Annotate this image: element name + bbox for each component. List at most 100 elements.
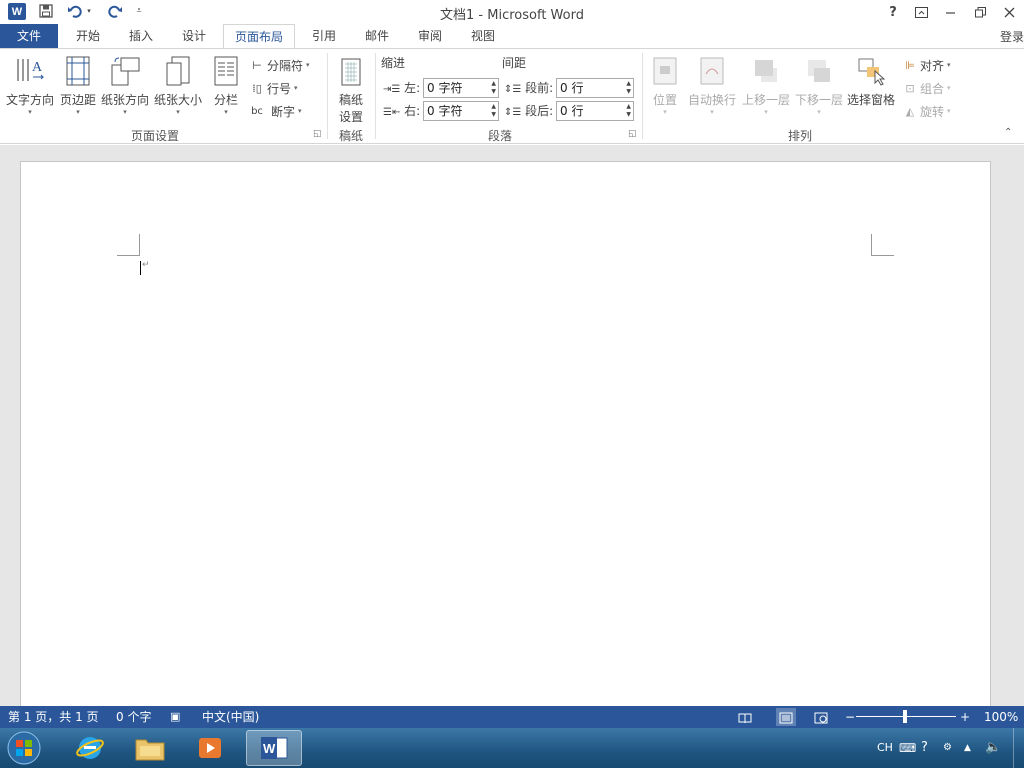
position-icon [648, 53, 682, 89]
tab-home[interactable]: 开始 [66, 24, 110, 48]
save-icon[interactable] [37, 2, 55, 20]
restore-icon[interactable] [965, 0, 995, 24]
ime-indicator[interactable]: CH [877, 728, 893, 768]
tab-page-layout[interactable]: 页面布局 [223, 24, 295, 49]
minimize-icon[interactable] [935, 0, 965, 24]
chevron-down-icon: ▾ [76, 108, 80, 116]
tab-file[interactable]: 文件 [0, 24, 58, 48]
indent-right-icon: ☰⇤ [383, 107, 401, 118]
hyphenation-button[interactable]: bc 断字 ▾ [249, 101, 301, 121]
zoom-in-icon[interactable]: + [960, 706, 970, 728]
paragraph-dialog-launcher-icon[interactable]: ◱ [628, 129, 637, 139]
page-size-icon [153, 53, 203, 89]
svg-text:A: A [32, 60, 43, 75]
ribbon-display-options-icon[interactable] [906, 0, 936, 24]
send-backward-button[interactable]: 下移一层 ▾ [793, 53, 845, 123]
ribbon: A 文字方向 ▾ 页边距 ▾ 纸张方向 ▾ 纸张大小 ▾ 分栏 ▾ ⊢ 分隔符 ▾ [0, 48, 1024, 144]
indent-left-value: 0 字符 [427, 81, 463, 95]
draft-paper-settings-button[interactable]: 稿纸 设置 [334, 53, 368, 124]
undo-dropdown-icon[interactable]: ▾ [84, 2, 94, 20]
sign-in-link[interactable]: 登录 [1000, 28, 1024, 45]
keyboard-icon[interactable]: ⌨ [899, 728, 916, 768]
ime-options-icon[interactable]: ⚙ [943, 728, 952, 768]
position-button[interactable]: 位置 ▾ [648, 53, 682, 123]
spacing-after-input[interactable]: 0 行 ▲ ▼ [556, 101, 634, 121]
group-divider [327, 53, 328, 139]
orientation-button[interactable]: 纸张方向 ▾ [100, 53, 150, 123]
proofing-icon[interactable]: ▣ [170, 706, 180, 728]
word-count[interactable]: 0 个字 [116, 706, 151, 728]
align-button[interactable]: ⊫ 对齐 ▾ [902, 55, 951, 75]
tab-insert[interactable]: 插入 [118, 24, 164, 48]
language-indicator[interactable]: 中文(中国) [202, 706, 259, 728]
volume-icon[interactable]: 🔈 [985, 728, 1001, 768]
collapse-ribbon-icon[interactable]: ⌃ [1004, 127, 1012, 138]
web-layout-icon[interactable] [814, 706, 828, 728]
tab-mailings[interactable]: 邮件 [354, 24, 400, 48]
crop-mark [872, 255, 894, 256]
chevron-down-icon: ▾ [947, 107, 951, 115]
show-hidden-icons-icon[interactable]: ▲ [964, 728, 971, 768]
text-direction-button[interactable]: A 文字方向 ▾ [4, 53, 56, 123]
help-circle-icon[interactable]: ? [921, 728, 928, 768]
svg-text:W: W [263, 741, 276, 756]
close-icon[interactable] [994, 0, 1024, 24]
tab-design[interactable]: 设计 [172, 24, 216, 48]
bring-forward-button[interactable]: 上移一层 ▾ [740, 53, 792, 123]
chevron-down-icon: ▾ [764, 108, 768, 116]
help-button[interactable]: ? [878, 0, 908, 24]
spin-arrows-icon[interactable]: ▲ ▼ [491, 103, 496, 119]
columns-button[interactable]: 分栏 ▾ [208, 53, 244, 123]
chevron-down-icon: ▾ [817, 108, 821, 116]
spacing-header: 间距 [502, 56, 527, 70]
hyphenation-icon: bc [251, 105, 263, 117]
indent-left-input[interactable]: 0 字符 ▲ ▼ [423, 78, 499, 98]
line-numbers-button[interactable]: ⁞▯ 行号 ▾ [249, 78, 298, 98]
file-explorer-icon[interactable] [122, 730, 178, 766]
indent-right-text: 右: [404, 104, 421, 118]
start-button[interactable] [2, 730, 46, 766]
draft-paper-group-label: 稿纸 [338, 129, 363, 143]
media-player-icon[interactable] [182, 730, 238, 766]
zoom-out-icon[interactable]: − [845, 706, 855, 728]
spin-arrows-icon[interactable]: ▲ ▼ [491, 80, 496, 96]
word-taskbar-button[interactable]: W [246, 730, 302, 766]
page-count[interactable]: 第 1 页，共 1 页 [8, 706, 99, 728]
status-bar: 第 1 页，共 1 页 0 个字 ▣ 中文(中国) − + 100% [0, 706, 1024, 728]
spacing-after-text: 段后: [525, 104, 554, 118]
undo-icon[interactable] [66, 2, 84, 20]
spin-arrows-icon[interactable]: ▲ ▼ [626, 80, 631, 96]
selection-pane-button[interactable]: 选择窗格 [846, 53, 896, 123]
margins-button[interactable]: 页边距 ▾ [58, 53, 98, 123]
customize-qat-icon[interactable]: ⩡ [132, 2, 146, 20]
chevron-down-icon: ▾ [663, 108, 667, 116]
size-button[interactable]: 纸张大小 ▾ [153, 53, 203, 123]
print-layout-icon[interactable] [776, 708, 796, 726]
rotate-button[interactable]: ◭ 旋转 ▾ [902, 101, 951, 121]
document-page[interactable] [20, 161, 991, 706]
group-button[interactable]: ⊡ 组合 ▾ [902, 78, 950, 98]
spin-arrows-icon[interactable]: ▲ ▼ [626, 103, 631, 119]
read-mode-icon[interactable] [738, 706, 752, 728]
zoom-level[interactable]: 100% [984, 706, 1018, 728]
show-desktop-button[interactable] [1013, 728, 1024, 768]
paragraph-group-label: 段落 [487, 129, 512, 143]
breaks-button[interactable]: ⊢ 分隔符 ▾ [249, 55, 309, 75]
align-label: 对齐 [920, 58, 945, 73]
tab-review[interactable]: 审阅 [408, 24, 452, 48]
spacing-before-input[interactable]: 0 行 ▲ ▼ [556, 78, 634, 98]
breaks-label: 分隔符 [267, 58, 304, 73]
indent-right-value: 0 字符 [427, 104, 463, 118]
indent-right-input[interactable]: 0 字符 ▲ ▼ [423, 101, 499, 121]
zoom-slider-thumb[interactable] [903, 710, 907, 723]
chevron-down-icon: ▾ [294, 84, 298, 92]
page-setup-dialog-launcher-icon[interactable]: ◱ [313, 129, 322, 139]
tab-references[interactable]: 引用 [302, 24, 346, 48]
chevron-down-icon: ▾ [947, 61, 951, 69]
tab-view[interactable]: 视图 [460, 24, 506, 48]
redo-icon[interactable] [106, 2, 124, 20]
word-app-icon[interactable]: W [8, 3, 26, 20]
internet-explorer-icon[interactable] [62, 730, 118, 766]
wrap-text-button[interactable]: 自动换行 ▾ [686, 53, 738, 123]
chevron-down-icon: ▾ [710, 108, 714, 116]
